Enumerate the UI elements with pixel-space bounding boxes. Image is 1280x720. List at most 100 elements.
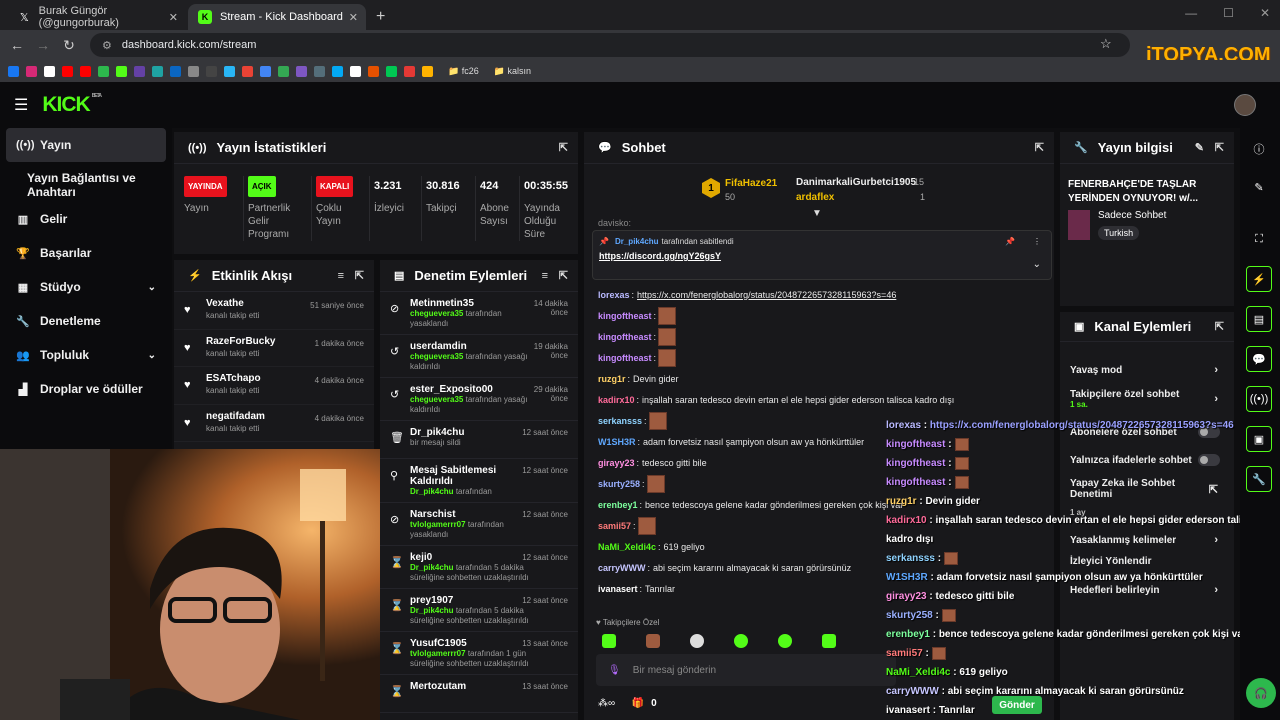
info-icon[interactable]: ⓘ <box>1246 136 1272 162</box>
chevron-down-icon[interactable]: ⌄ <box>148 350 156 361</box>
message-user[interactable]: ivanasert <box>598 584 638 594</box>
moderator-name[interactable]: cheguevera35 <box>410 395 463 404</box>
bookmark-icon[interactable] <box>278 65 289 77</box>
reload-icon[interactable]: ↻ <box>56 37 82 54</box>
message-user[interactable]: NaMi_Xeldi4c <box>598 542 656 552</box>
close-window-icon[interactable]: ✕ <box>1260 6 1270 20</box>
leader-name[interactable]: FifaHaze21 <box>725 178 777 189</box>
message-user[interactable]: lorexas <box>598 290 630 300</box>
expand-icon[interactable]: ▼ <box>812 208 822 219</box>
close-icon[interactable]: ✕ <box>169 11 178 24</box>
chevron-down-icon[interactable]: ⌄ <box>1033 259 1041 270</box>
bookmark-star-icon[interactable]: ☆ <box>1100 36 1112 52</box>
sidebar-item-droplar[interactable]: ▟ Droplar ve ödüller <box>0 372 172 406</box>
minimize-icon[interactable]: — <box>1185 6 1197 20</box>
edit-icon[interactable]: ✎ <box>1246 174 1272 200</box>
sidebar-item-denetleme[interactable]: 🔧 Denetleme <box>0 304 172 338</box>
docs-icon[interactable] <box>260 65 271 77</box>
bookmark-icon[interactable] <box>368 65 379 77</box>
channel-icon[interactable]: ▣ <box>1246 426 1272 452</box>
bookmark-icon[interactable] <box>152 65 163 77</box>
popout-icon[interactable]: ⇱ <box>1215 141 1224 154</box>
leader-name[interactable]: ardaflex <box>796 192 834 203</box>
new-tab-icon[interactable]: + <box>376 8 385 26</box>
pin-icon[interactable]: 📌 <box>1005 237 1015 246</box>
popout-icon[interactable]: ⇱ <box>355 269 364 282</box>
users-icon[interactable]: ⁂∞ <box>598 698 615 709</box>
moderator-name[interactable]: Dr_pik4chu <box>410 563 454 572</box>
tag-pill[interactable]: Turkish <box>1098 226 1140 240</box>
youtube-icon[interactable] <box>80 65 91 77</box>
category-name[interactable]: Sadece Sohbet <box>1098 210 1166 221</box>
sidebar-item-gelir[interactable]: ▥ Gelir <box>0 202 172 236</box>
bookmark-icon[interactable] <box>386 65 397 77</box>
moderator-name[interactable]: Dr_pik4chu <box>410 487 454 496</box>
twitch-icon[interactable] <box>134 65 145 77</box>
popout-icon[interactable]: ⇱ <box>1035 141 1044 154</box>
message-user[interactable]: W1SH3R <box>598 437 636 447</box>
message-user[interactable]: erenbey1 <box>598 500 638 510</box>
moderator-name[interactable]: tvlolgamerrr07 <box>410 520 466 529</box>
message-user[interactable]: kadirx10 <box>598 395 635 405</box>
wrench-icon[interactable]: 🔧 <box>1246 466 1272 492</box>
moderator-name[interactable]: cheguevera35 <box>410 352 463 361</box>
send-button[interactable]: Gönder <box>992 696 1042 714</box>
bookmark-icon[interactable] <box>404 65 415 77</box>
kick-logo[interactable]: KICK BETA <box>42 93 102 117</box>
message-user[interactable]: samii57 <box>598 521 631 531</box>
chevron-down-icon[interactable]: ⌄ <box>148 282 156 293</box>
message-user[interactable]: serkansss <box>598 416 642 426</box>
kick-logo-icon[interactable] <box>116 65 127 77</box>
sidebar-item-topluluk[interactable]: 👥 Topluluk ⌄ <box>0 338 172 372</box>
emote-icon[interactable] <box>778 634 792 648</box>
emote-icon[interactable] <box>734 634 748 648</box>
filter-icon[interactable]: ≡ <box>542 270 548 282</box>
document-icon[interactable]: ▤ <box>1246 306 1272 332</box>
bookmark-icon[interactable] <box>422 65 433 77</box>
support-icon[interactable]: 🎧 <box>1246 678 1276 708</box>
forward-icon[interactable]: → <box>30 37 56 53</box>
message-link[interactable]: https://x.com/fenerglobalorg/status/2048… <box>637 290 896 300</box>
facebook-icon[interactable] <box>8 65 19 77</box>
url-field[interactable]: ⚙ dashboard.kick.com/stream <box>90 33 1130 57</box>
gift-icon[interactable]: 🎁 <box>632 698 644 709</box>
maximize-icon[interactable]: ☐ <box>1223 6 1234 20</box>
browser-tab-1[interactable]: 𝕏 Burak Güngör (@gungorburak) ✕ <box>8 4 186 30</box>
browser-tab-2[interactable]: K Stream - Kick Dashboard ✕ <box>188 4 366 30</box>
edit-icon[interactable]: ✎ <box>1195 141 1204 154</box>
pinned-link[interactable]: https://discord.gg/ngY26gsY <box>593 251 1051 261</box>
capture-icon[interactable]: ⛶ <box>1246 226 1272 252</box>
gmail-icon[interactable] <box>242 65 253 77</box>
chat-input[interactable]: 🎙 Bir mesaj gönderin <box>596 654 896 686</box>
bookmark-icon[interactable] <box>206 65 217 77</box>
popout-icon[interactable]: ⇱ <box>559 269 568 282</box>
message-user[interactable]: skurty258 <box>598 479 640 489</box>
folder-kalsin[interactable]: 📁 kalsın <box>494 66 531 77</box>
message-user[interactable]: ruzg1r <box>598 374 626 384</box>
sidebar-item-studyo[interactable]: ▦ Stüdyo ⌄ <box>0 270 172 304</box>
message-user[interactable]: kingoftheast <box>598 311 652 321</box>
message-user[interactable]: kingoftheast <box>598 332 652 342</box>
leader-name[interactable]: DanimarkaliGurbetci1905 <box>796 177 916 188</box>
youtube-icon[interactable] <box>62 65 73 77</box>
chat-bubble-icon[interactable]: 💬 <box>1246 346 1272 372</box>
site-info-icon[interactable]: ⚙ <box>102 39 112 52</box>
popout-icon[interactable]: ⇱ <box>559 141 568 154</box>
message-user[interactable]: kingoftheast <box>598 353 652 363</box>
message-user[interactable]: girayy23 <box>598 458 635 468</box>
bookmark-icon[interactable] <box>314 65 325 77</box>
channel-action-row[interactable]: Takipçilere özel sohbet 1 sa. › <box>1060 384 1234 414</box>
moderator-name[interactable]: Dr_pik4chu <box>410 606 454 615</box>
broadcast-icon[interactable]: ((•)) <box>1246 386 1272 412</box>
sidebar-item-yayin[interactable]: ((•)) Yayın <box>6 128 166 162</box>
back-icon[interactable]: ← <box>4 37 30 53</box>
linkedin-icon[interactable] <box>170 65 181 77</box>
emote-icon[interactable] <box>602 634 616 648</box>
folder-fc26[interactable]: 📁 fc26 <box>448 66 479 77</box>
pinned-by-user[interactable]: Dr_pik4chu <box>615 237 659 246</box>
close-icon[interactable]: ✕ <box>349 11 358 24</box>
bookmark-icon[interactable] <box>98 65 109 77</box>
bookmark-icon[interactable] <box>296 65 307 77</box>
channel-action-row[interactable]: Yavaş mod › <box>1060 356 1234 384</box>
sidebar-item-basarilar[interactable]: 🏆 Başarılar <box>0 236 172 270</box>
